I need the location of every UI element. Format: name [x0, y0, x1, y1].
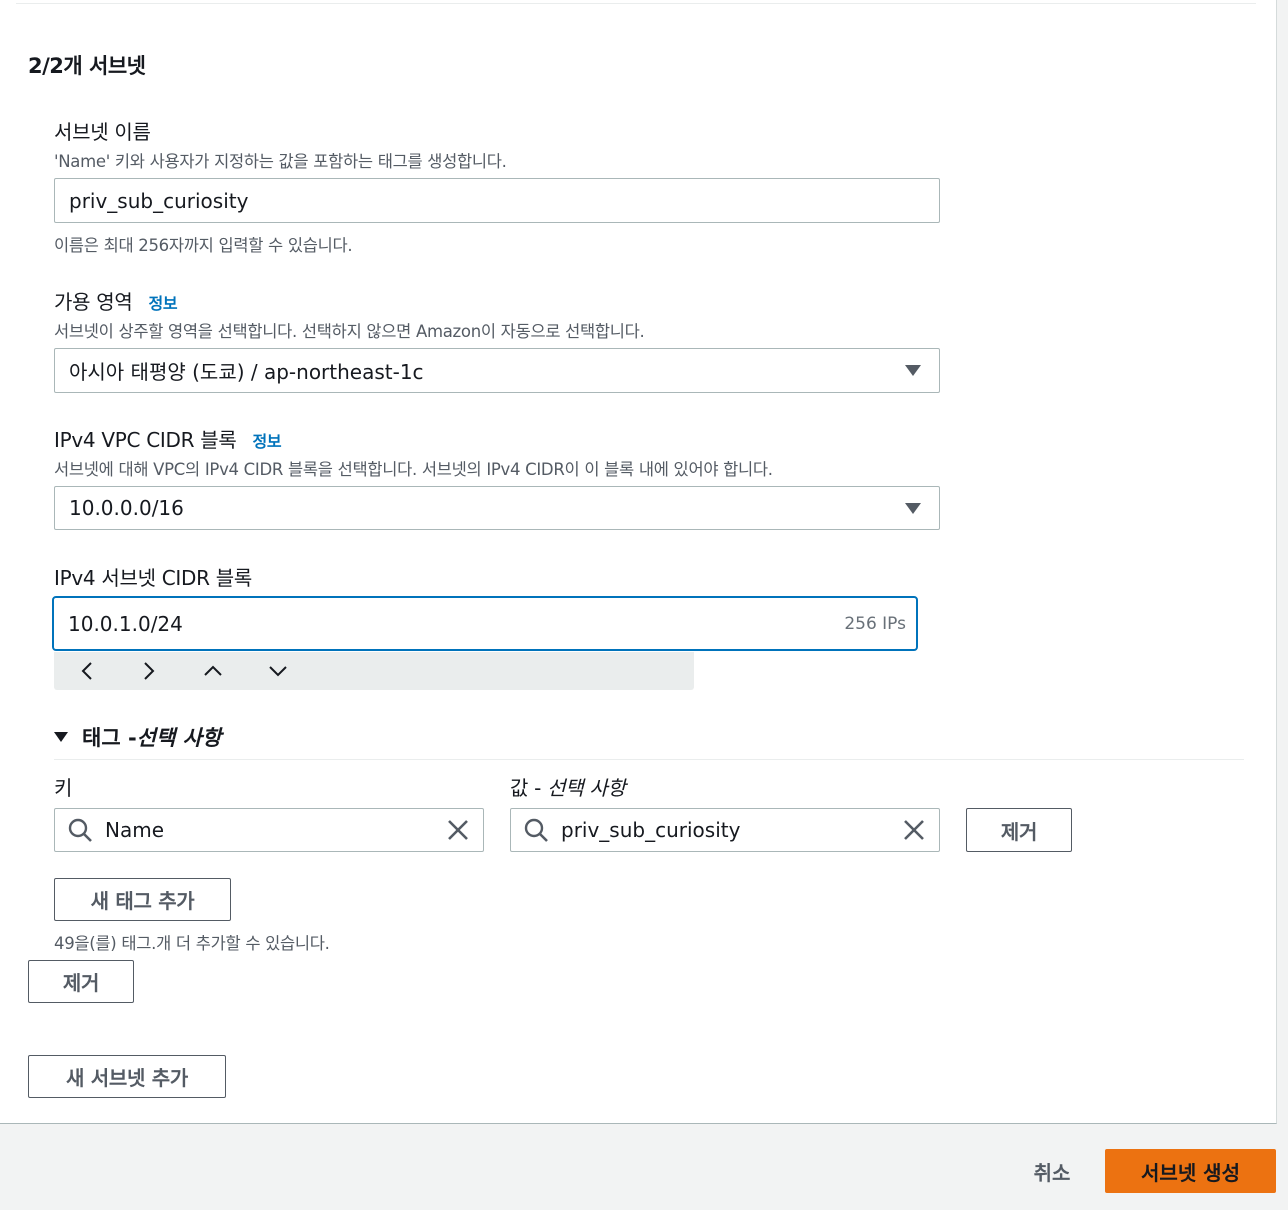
availability-zone-label-row: 가용 영역 정보 [54, 286, 178, 315]
subnet-name-description: 'Name' 키와 사용자가 지정하는 값을 포함하는 태그를 생성합니다. [54, 152, 507, 171]
tag-value-label-prefix: 값 - [510, 776, 548, 800]
divider [54, 759, 1244, 760]
subnet-cidr-value: 10.0.1.0/24 [68, 611, 183, 636]
chevron-up-icon[interactable] [200, 658, 226, 684]
search-icon [523, 816, 551, 844]
vpc-cidr-select[interactable]: 10.0.0.0/16 [54, 486, 940, 530]
vpc-cidr-label-row: IPv4 VPC CIDR 블록 정보 [54, 424, 282, 453]
tags-remaining-text: 49을(를) 태그.개 더 추가할 수 있습니다. [54, 934, 330, 953]
remove-subnet-button[interactable]: 제거 [28, 960, 134, 1003]
divider [16, 3, 1256, 4]
subnet-name-hint: 이름은 최대 256자까지 입력할 수 있습니다. [54, 236, 353, 255]
availability-zone-label: 가용 영역 [54, 290, 133, 314]
clear-icon[interactable] [901, 817, 927, 843]
availability-zone-select[interactable]: 아시아 태평양 (도쿄) / ap-northeast-1c [54, 348, 940, 393]
tag-key-value: Name [105, 818, 165, 842]
vpc-cidr-label: IPv4 VPC CIDR 블록 [54, 428, 237, 452]
subnet-cidr-input[interactable]: 10.0.1.0/24 256 IPs [52, 596, 918, 651]
vpc-cidr-value: 10.0.0.0/16 [69, 496, 184, 520]
ip-count-suffix: 256 IPs [844, 613, 906, 634]
subnet-name-value: priv_sub_curiosity [69, 188, 249, 213]
create-subnet-button[interactable]: 서브넷 생성 [1105, 1149, 1276, 1193]
subnet-name-label: 서브넷 이름 [54, 120, 151, 144]
availability-zone-info-link[interactable]: 정보 [148, 290, 177, 314]
search-icon [67, 816, 95, 844]
tag-value-label: 값 - 선택 사항 [510, 772, 626, 801]
cidr-stepper-bar [54, 652, 694, 690]
tag-value-input[interactable]: priv_sub_curiosity [510, 808, 940, 852]
tags-header-prefix: 태그 - [82, 726, 137, 750]
chevron-down-icon[interactable] [265, 658, 291, 684]
chevron-right-icon[interactable] [136, 658, 162, 684]
chevron-left-icon[interactable] [74, 658, 100, 684]
add-subnet-button[interactable]: 새 서브넷 추가 [28, 1055, 226, 1098]
subnet-settings-panel: 2/2개 서브넷 서브넷 이름 'Name' 키와 사용자가 지정하는 값을 포… [0, 0, 1277, 1124]
tag-key-label: 키 [54, 776, 73, 800]
availability-zone-description: 서브넷이 상주할 영역을 선택합니다. 선택하지 않으면 Amazon이 자동으… [54, 322, 645, 341]
tag-value-value: priv_sub_curiosity [561, 818, 741, 842]
caret-down-icon [905, 502, 921, 514]
tag-key-input[interactable]: Name [54, 808, 484, 852]
add-tag-button[interactable]: 새 태그 추가 [54, 878, 231, 921]
cancel-button[interactable]: 취소 [1022, 1152, 1082, 1190]
caret-down-icon [905, 365, 921, 376]
subnet-cidr-label: IPv4 서브넷 CIDR 블록 [54, 566, 252, 590]
clear-icon[interactable] [445, 817, 471, 843]
tag-value-label-optional: 선택 사항 [547, 776, 626, 800]
vpc-cidr-info-link[interactable]: 정보 [252, 428, 281, 452]
vpc-cidr-description: 서브넷에 대해 VPC의 IPv4 CIDR 블록을 선택합니다. 서브넷의 I… [54, 460, 773, 479]
remove-tag-button[interactable]: 제거 [966, 808, 1072, 852]
tags-section-toggle[interactable]: 태그 - 선택 사항 [54, 722, 221, 752]
tags-header-optional: 선택 사항 [136, 726, 222, 750]
section-title: 2/2개 서브넷 [28, 54, 146, 78]
caret-down-icon [54, 732, 68, 742]
subnet-name-input[interactable]: priv_sub_curiosity [54, 178, 940, 223]
availability-zone-value: 아시아 태평양 (도쿄) / ap-northeast-1c [69, 360, 424, 384]
